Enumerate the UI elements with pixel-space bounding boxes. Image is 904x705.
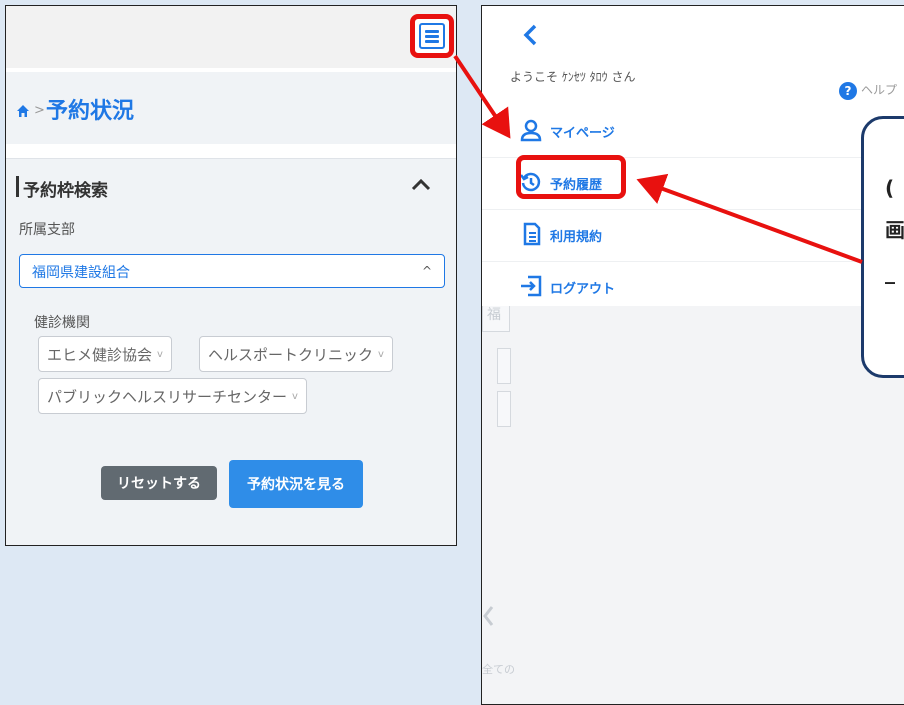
ghost-text: 全ての	[482, 663, 515, 676]
chevron-down-icon: v	[292, 390, 298, 402]
left-phone-screen: > 予約状況 予約枠検索 所属支部 福岡県建設組合 ^ 健診機関 エヒメ健診協会…	[5, 5, 457, 546]
chevron-down-icon: v	[157, 348, 163, 360]
section-marker	[16, 176, 19, 197]
welcome-text: ようこそ ｹﾝｾﾂ ﾀﾛｳ さん	[510, 70, 636, 84]
callout-text: ( 画 _	[885, 176, 904, 284]
logout-icon	[521, 275, 542, 297]
chevron-left-icon[interactable]	[522, 24, 540, 46]
menu-item-label: 利用規約	[550, 230, 603, 245]
institution-chip[interactable]: エヒメ健診協会 v	[38, 336, 172, 372]
menu-item-logout[interactable]: ログアウト	[482, 261, 904, 313]
chevron-down-icon: v	[378, 348, 384, 360]
menu-item-mypage[interactable]: マイページ	[482, 105, 904, 158]
branch-select-value: 福岡県建設組合	[32, 265, 130, 281]
institution-chip[interactable]: ヘルスポートクリニック v	[199, 336, 393, 372]
menu-item-terms[interactable]: 利用規約	[482, 209, 904, 262]
document-icon	[523, 222, 541, 246]
ghost-chevron-left-icon	[483, 606, 494, 626]
ghost-chip	[497, 348, 511, 384]
chevron-up-icon: ^	[422, 264, 433, 278]
institution-label: 健診機関	[34, 315, 90, 331]
menu-item-label: ログアウト	[550, 282, 616, 297]
institution-chip[interactable]: パブリックヘルスリサーチセンター v	[38, 378, 307, 414]
page-title: 予約状況	[46, 99, 135, 124]
right-phone-screen: 予 所属 福 健 全ての ようこそ ｹﾝｾﾂ ﾀﾛｳ さん ? ヘルプ マイペー…	[481, 5, 904, 705]
ghost-chip	[497, 391, 511, 427]
app-header	[6, 6, 456, 68]
history-highlight-box	[516, 155, 626, 199]
help-link[interactable]: ヘルプ	[861, 81, 897, 98]
reset-button[interactable]: リセットする	[101, 466, 217, 500]
branch-label: 所属支部	[19, 222, 75, 238]
hamburger-menu-button[interactable]	[410, 14, 454, 58]
branch-select[interactable]: 福岡県建設組合 ^	[19, 254, 445, 288]
view-reservation-status-button[interactable]: 予約状況を見る	[229, 460, 363, 508]
user-icon	[520, 119, 542, 142]
help-icon[interactable]: ?	[839, 82, 857, 100]
chevron-up-icon[interactable]	[408, 172, 434, 198]
search-section-title: 予約枠検索	[23, 181, 108, 201]
home-icon[interactable]	[16, 104, 30, 118]
menu-item-label: マイページ	[550, 126, 615, 141]
menu-icon	[419, 23, 445, 49]
breadcrumb-separator: >	[34, 103, 45, 118]
